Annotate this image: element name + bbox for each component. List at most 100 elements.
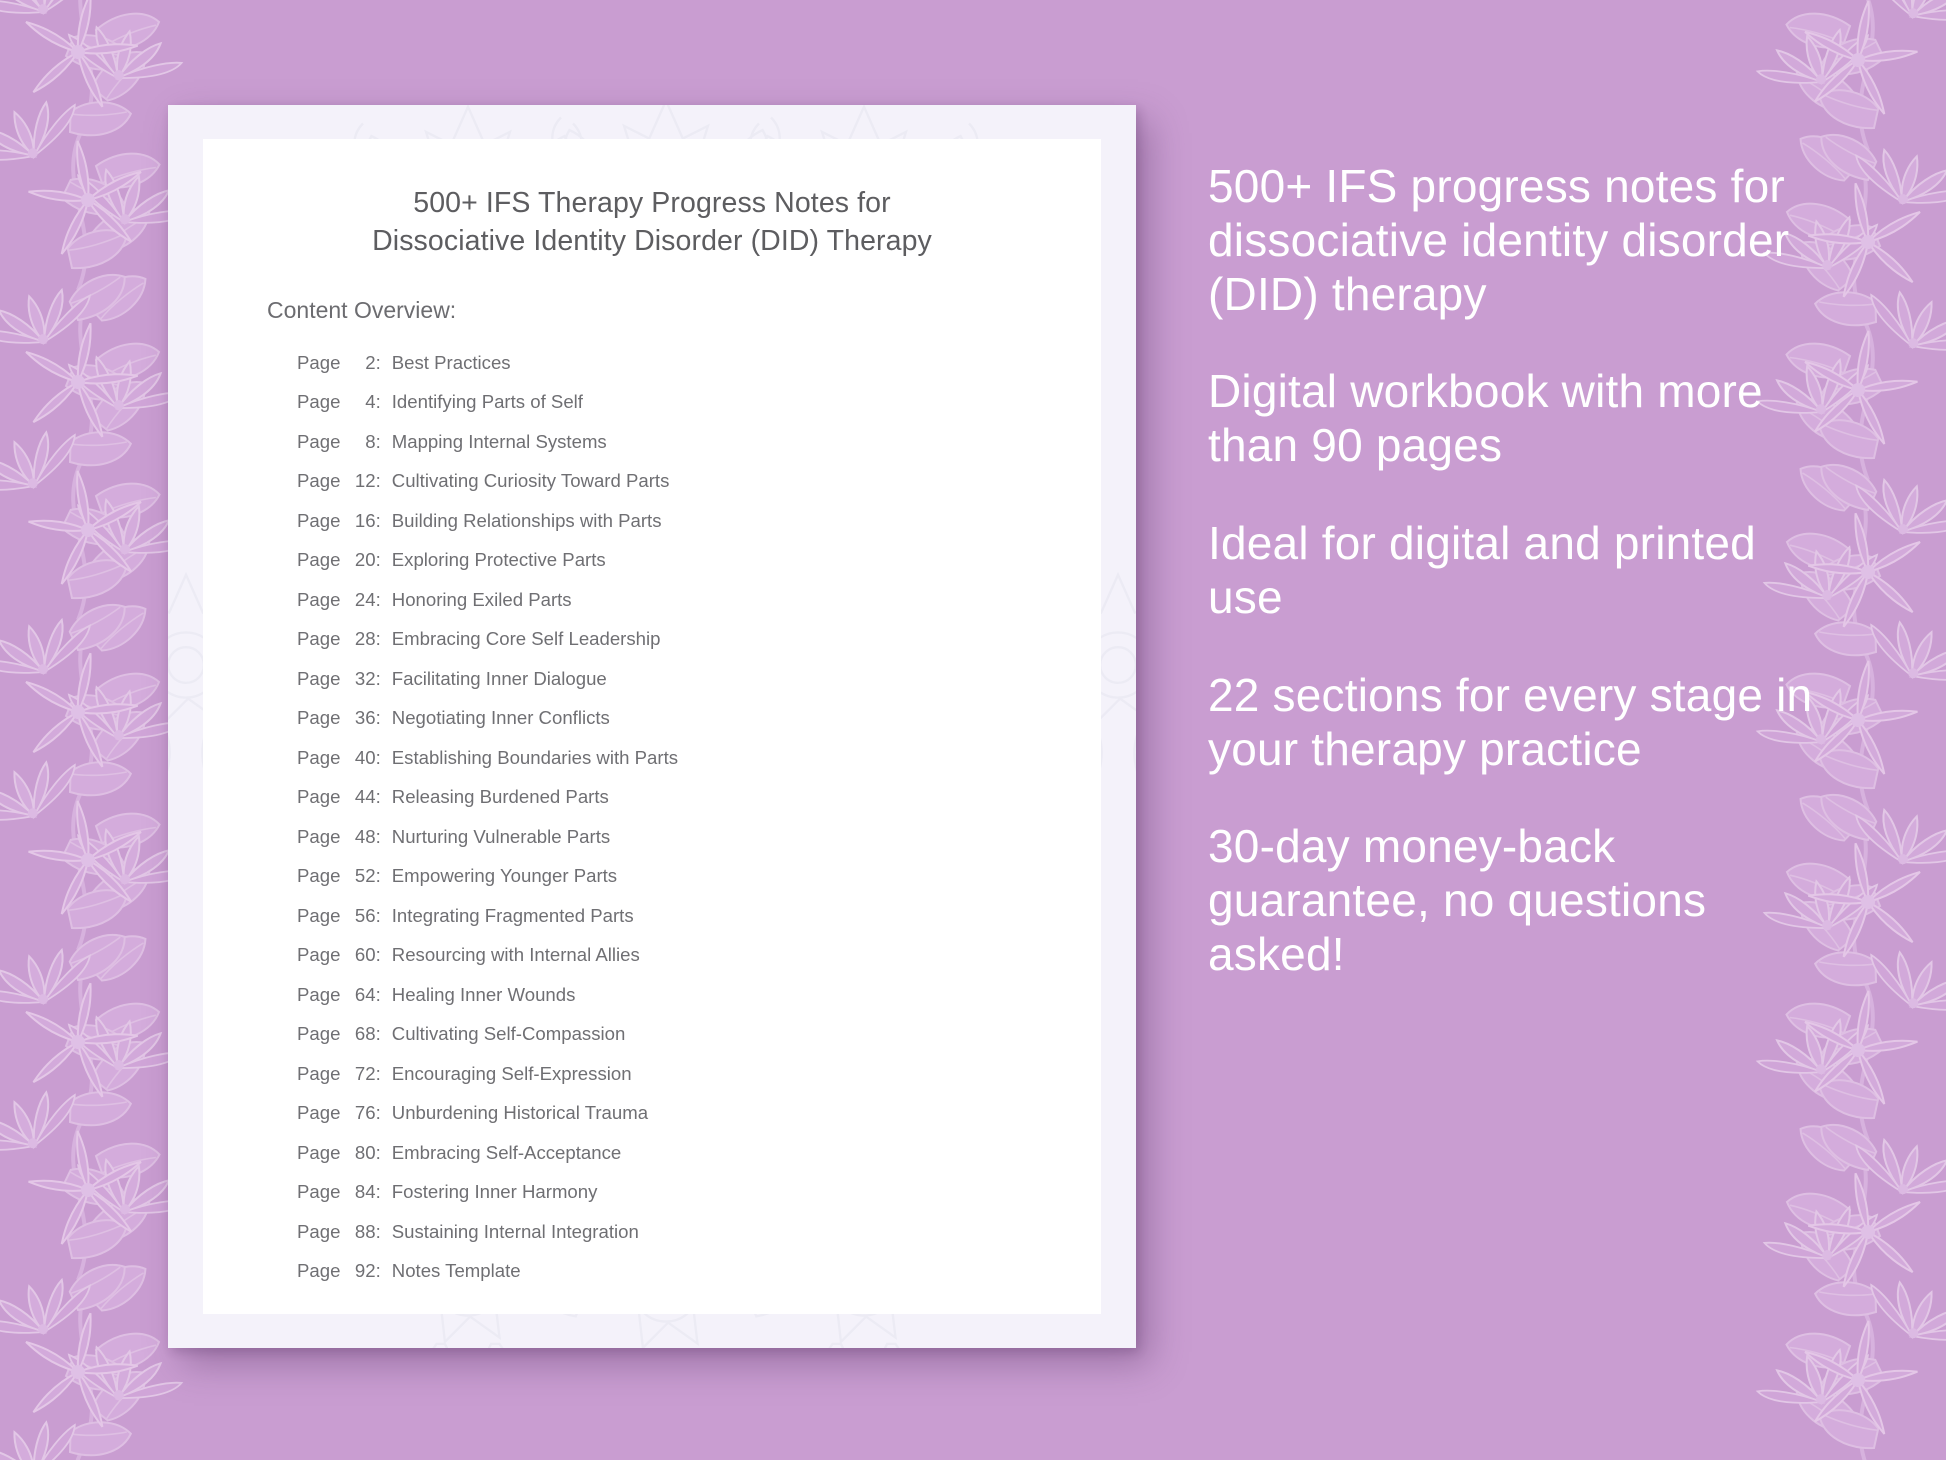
toc-page-number: 2 xyxy=(365,351,376,373)
toc-page-word: Page xyxy=(297,1141,346,1163)
document-title-line-2: Dissociative Identity Disorder (DID) The… xyxy=(372,224,932,257)
document-title: 500+ IFS Therapy Progress Notes for Diss… xyxy=(261,185,1043,261)
toc-page-number: 40 xyxy=(354,746,376,768)
toc-section-title: Integrating Fragmented Parts xyxy=(391,904,634,926)
toc-colon: : xyxy=(375,351,381,373)
toc-section-title: Honoring Exiled Parts xyxy=(391,588,572,610)
toc-section-title: Embracing Self-Acceptance xyxy=(391,1141,622,1163)
document-title-line-1: 500+ IFS Therapy Progress Notes for xyxy=(413,187,891,219)
marketing-point: 500+ IFS progress notes for dissociative… xyxy=(1208,160,1790,320)
toc-section-title: Nurturing Vulnerable Parts xyxy=(391,825,611,847)
toc-page-number: 80 xyxy=(354,1141,376,1163)
toc-row: Page 2: Best Practices xyxy=(297,343,1043,383)
toc-row: Page 80: Embracing Self-Acceptance xyxy=(297,1133,1043,1173)
toc-row: Page 36: Negotiating Inner Conflicts xyxy=(297,698,1043,738)
toc-page-number: 20 xyxy=(354,549,376,571)
toc-row: Page 60: Resourcing with Internal Allies xyxy=(297,935,1043,975)
toc-page-word: Page xyxy=(297,1102,346,1124)
toc-colon: : xyxy=(375,1220,381,1242)
toc-page-word: Page xyxy=(297,786,346,808)
toc-row: Page 44: Releasing Burdened Parts xyxy=(297,777,1043,817)
toc-page-number: 44 xyxy=(354,786,376,808)
toc-page-number: 64 xyxy=(354,983,376,1005)
toc-row: Page 48: Nurturing Vulnerable Parts xyxy=(297,817,1043,857)
toc-row: Page 16: Building Relationships with Part… xyxy=(297,501,1043,541)
toc-page-word: Page xyxy=(297,904,346,926)
toc-section-title: Cultivating Curiosity Toward Parts xyxy=(391,470,670,492)
toc-colon: : xyxy=(375,707,381,729)
toc-page-number: 24 xyxy=(354,588,376,610)
toc-row: Page 84: Fostering Inner Harmony xyxy=(297,1172,1043,1212)
toc-section-title: Establishing Boundaries with Parts xyxy=(391,746,679,768)
toc-section-title: Embracing Core Self Leadership xyxy=(391,628,661,650)
toc-section-title: Releasing Burdened Parts xyxy=(391,786,609,808)
toc-colon: : xyxy=(375,1023,381,1045)
toc-section-title: Encouraging Self-Expression xyxy=(391,1062,632,1084)
toc-page-number: 12 xyxy=(354,470,376,492)
toc-page-word: Page xyxy=(297,944,346,966)
toc-row: Page 20: Exploring Protective Parts xyxy=(297,540,1043,580)
toc-page-number: 28 xyxy=(354,628,376,650)
marketing-point: 22 sections for every stage in your ther… xyxy=(1208,668,1813,775)
toc-row: Page 68: Cultivating Self-Compassion xyxy=(297,1014,1043,1054)
toc-colon: : xyxy=(375,628,381,650)
marketing-points-list: 500+ IFS progress notes for dissociative… xyxy=(1208,160,1828,982)
toc-page-word: Page xyxy=(297,865,346,887)
toc-page-number: 8 xyxy=(365,430,376,452)
toc-page-number: 16 xyxy=(354,509,376,531)
toc-page-word: Page xyxy=(297,470,346,492)
toc-section-title: Facilitating Inner Dialogue xyxy=(391,667,607,689)
toc-page-number: 48 xyxy=(354,825,376,847)
table-of-contents: Page 2: Best Practices Page 4: Identifying … xyxy=(297,343,1043,1291)
toc-section-title: Best Practices xyxy=(391,351,511,373)
toc-row: Page 92: Notes Template xyxy=(297,1251,1043,1291)
toc-page-word: Page xyxy=(297,588,346,610)
toc-page-word: Page xyxy=(297,983,346,1005)
toc-page-number: 88 xyxy=(354,1220,376,1242)
toc-colon: : xyxy=(375,786,381,808)
document-preview-card[interactable]: 500+ IFS Therapy Progress Notes for Diss… xyxy=(168,105,1136,1348)
toc-row: Page 24: Honoring Exiled Parts xyxy=(297,580,1043,620)
marketing-point: Digital workbook with more than 90 pages xyxy=(1208,365,1763,472)
toc-row: Page 64: Healing Inner Wounds xyxy=(297,975,1043,1015)
content-overview-label: Content Overview: xyxy=(267,296,457,323)
toc-row: Page 28: Embracing Core Self Leadership xyxy=(297,619,1043,659)
toc-row: Page 12: Cultivating Curiosity Toward Par… xyxy=(297,461,1043,501)
toc-colon: : xyxy=(375,1141,381,1163)
toc-row: Page 72: Encouraging Self-Expression xyxy=(297,1054,1043,1094)
toc-section-title: Building Relationships with Parts xyxy=(391,509,662,531)
toc-section-title: Empowering Younger Parts xyxy=(391,865,618,887)
toc-colon: : xyxy=(375,588,381,610)
toc-page-word: Page xyxy=(297,1062,346,1084)
toc-colon: : xyxy=(375,430,381,452)
toc-section-title: Unburdening Historical Trauma xyxy=(391,1102,649,1124)
toc-colon: : xyxy=(375,904,381,926)
toc-page-word: Page xyxy=(297,667,346,689)
toc-page-word: Page xyxy=(297,1260,346,1282)
toc-section-title: Mapping Internal Systems xyxy=(391,430,607,452)
toc-row: Page 32: Facilitating Inner Dialogue xyxy=(297,659,1043,699)
toc-section-title: Notes Template xyxy=(391,1260,521,1282)
toc-section-title: Sustaining Internal Integration xyxy=(391,1220,639,1242)
toc-colon: : xyxy=(375,1102,381,1124)
toc-page-number: 72 xyxy=(354,1062,376,1084)
toc-row: Page 8: Mapping Internal Systems xyxy=(297,422,1043,462)
toc-row: Page 56: Integrating Fragmented Parts xyxy=(297,896,1043,936)
toc-section-title: Identifying Parts of Self xyxy=(391,391,583,413)
toc-section-title: Fostering Inner Harmony xyxy=(391,1181,598,1203)
document-page: 500+ IFS Therapy Progress Notes for Diss… xyxy=(203,139,1101,1314)
toc-page-number: 60 xyxy=(354,944,376,966)
toc-section-title: Negotiating Inner Conflicts xyxy=(391,707,610,729)
toc-colon: : xyxy=(375,391,381,413)
marketing-point: Ideal for digital and printed use xyxy=(1208,517,1756,623)
toc-page-word: Page xyxy=(297,1023,346,1045)
toc-page-word: Page xyxy=(297,825,346,847)
toc-row: Page 52: Empowering Younger Parts xyxy=(297,856,1043,896)
toc-page-word: Page xyxy=(297,746,346,768)
toc-colon: : xyxy=(375,549,381,571)
toc-colon: : xyxy=(375,1260,381,1282)
toc-page-number: 92 xyxy=(354,1260,376,1282)
toc-section-title: Cultivating Self-Compassion xyxy=(391,1023,626,1045)
toc-section-title: Healing Inner Wounds xyxy=(391,983,576,1005)
toc-row: Page 76: Unburdening Historical Trauma xyxy=(297,1093,1043,1133)
